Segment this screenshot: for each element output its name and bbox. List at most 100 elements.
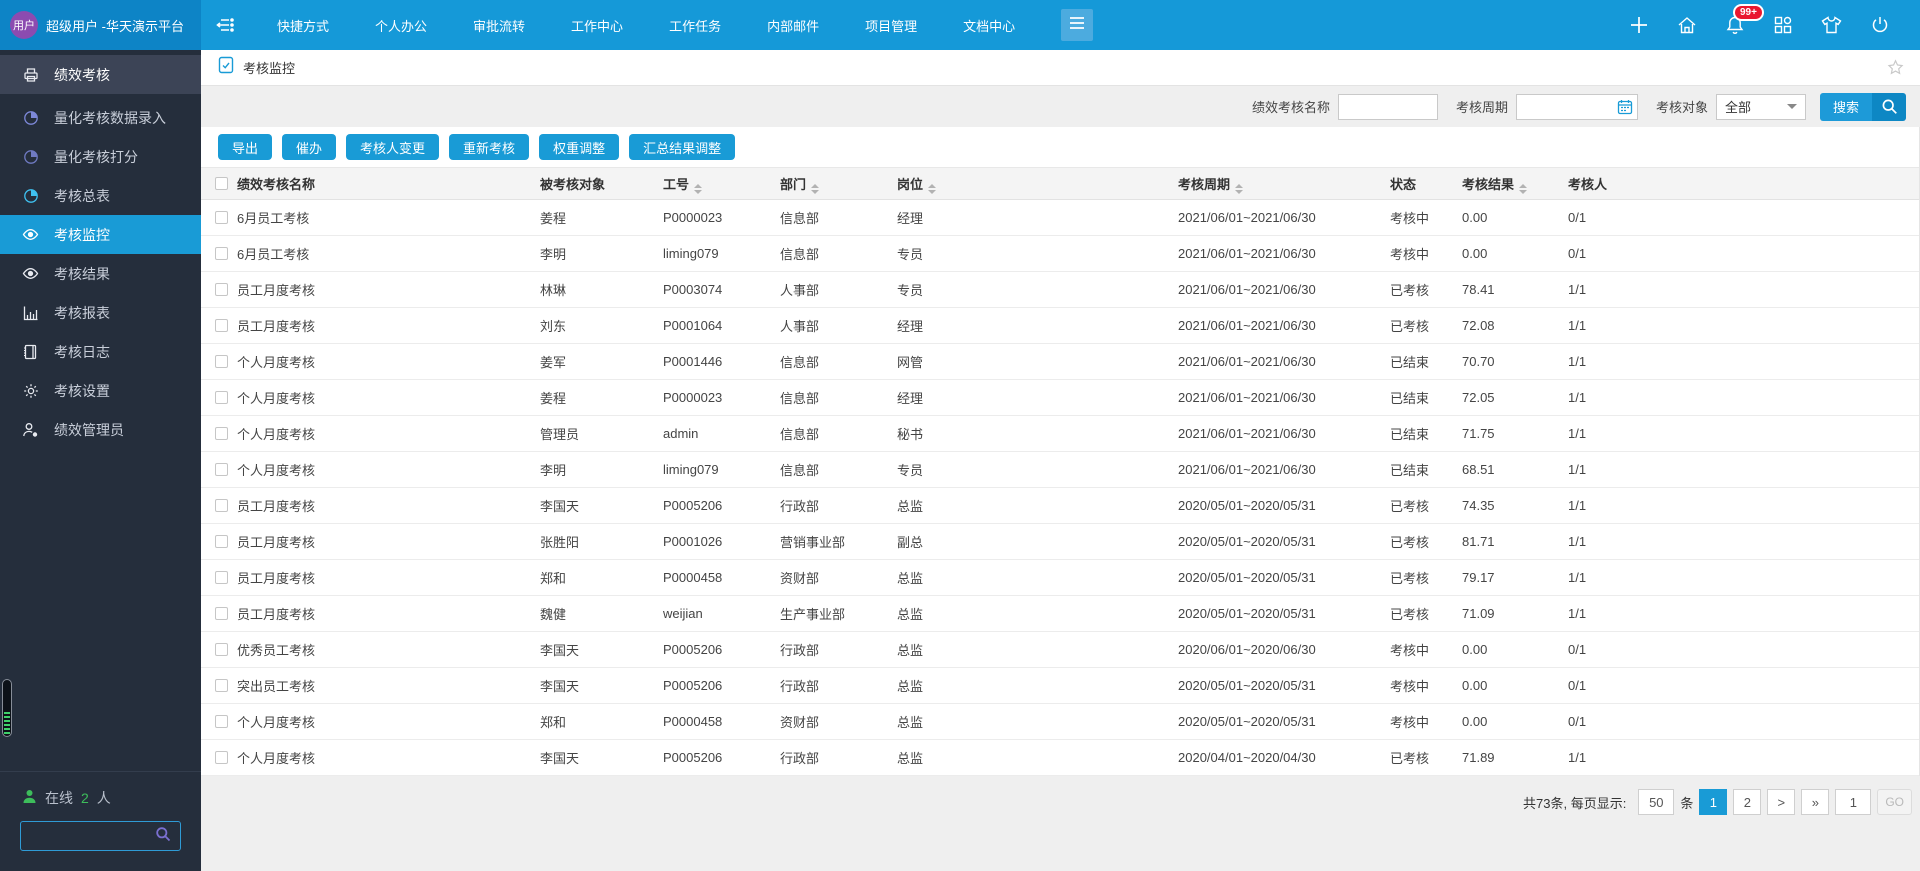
- sort-icon[interactable]: [694, 184, 702, 194]
- table-row[interactable]: 员工月度考核林琳P0003074人事部专员2021/06/01~2021/06/…: [201, 272, 1919, 308]
- nav-item-6[interactable]: 项目管理: [865, 16, 917, 35]
- page-button-1[interactable]: 1: [1699, 789, 1727, 815]
- col-header-2[interactable]: 工号: [663, 174, 780, 194]
- cell-result: 78.41: [1462, 282, 1568, 297]
- sidebar-item-7[interactable]: 考核日志: [0, 332, 201, 371]
- row-checkbox[interactable]: [215, 463, 228, 476]
- table-row[interactable]: 员工月度考核刘东P0001064人事部经理2021/06/01~2021/06/…: [201, 308, 1919, 344]
- table-row[interactable]: 突出员工考核李国天P0005206行政部总监2020/05/01~2020/05…: [201, 668, 1919, 704]
- notifications-icon[interactable]: 99+: [1725, 15, 1745, 36]
- table-row[interactable]: 个人月度考核管理员admin信息部秘书2021/06/01~2021/06/30…: [201, 416, 1919, 452]
- theme-shirt-icon[interactable]: [1821, 15, 1842, 35]
- sidebar-item-6[interactable]: 考核报表: [0, 293, 201, 332]
- toolbar-button-0[interactable]: 导出: [218, 134, 272, 160]
- table-row[interactable]: 员工月度考核魏健weijian生产事业部总监2020/05/01~2020/05…: [201, 596, 1919, 632]
- page-button-2[interactable]: 2: [1733, 789, 1761, 815]
- nav-item-1[interactable]: 个人办公: [375, 16, 427, 35]
- next-page-button[interactable]: >: [1767, 789, 1795, 815]
- home-icon[interactable]: [1677, 15, 1697, 35]
- page-go-button[interactable]: GO: [1877, 789, 1912, 815]
- apps-grid-icon[interactable]: [1773, 15, 1793, 35]
- assessment-name-input[interactable]: [1338, 94, 1438, 120]
- sidebar-item-2[interactable]: 量化考核打分: [0, 137, 201, 176]
- sidebar-item-8[interactable]: 考核设置: [0, 371, 201, 410]
- search-button[interactable]: 搜索: [1820, 93, 1906, 121]
- more-menu-button[interactable]: [1061, 9, 1093, 41]
- table-row[interactable]: 个人月度考核姜程P0000023信息部经理2021/06/01~2021/06/…: [201, 380, 1919, 416]
- sort-icon[interactable]: [811, 184, 819, 194]
- toolbar-button-1[interactable]: 催办: [282, 134, 336, 160]
- table-row[interactable]: 员工月度考核李国天P0005206行政部总监2020/05/01~2020/05…: [201, 488, 1919, 524]
- row-checkbox[interactable]: [215, 679, 228, 692]
- nav-item-5[interactable]: 内部邮件: [767, 16, 819, 35]
- cell-emp_id: P0005206: [663, 642, 780, 657]
- power-icon[interactable]: [1870, 15, 1890, 35]
- col-header-7[interactable]: 考核结果: [1462, 174, 1568, 194]
- page-size-select[interactable]: 50: [1638, 789, 1674, 815]
- plus-icon[interactable]: [1629, 15, 1649, 35]
- nav-item-7[interactable]: 文档中心: [963, 16, 1015, 35]
- row-checkbox[interactable]: [215, 715, 228, 728]
- table-row[interactable]: 员工月度考核张胜阳P0001026营销事业部副总2020/05/01~2020/…: [201, 524, 1919, 560]
- sidebar-item-9[interactable]: 绩效管理员: [0, 410, 201, 449]
- row-checkbox[interactable]: [215, 643, 228, 656]
- nav-item-0[interactable]: 快捷方式: [277, 16, 329, 35]
- select-all-checkbox[interactable]: [215, 177, 228, 190]
- row-checkbox[interactable]: [215, 355, 228, 368]
- sidebar-search-input[interactable]: [30, 829, 155, 844]
- nav-item-2[interactable]: 审批流转: [473, 16, 525, 35]
- row-checkbox[interactable]: [215, 427, 228, 440]
- sidebar-item-4[interactable]: 考核监控: [0, 215, 201, 254]
- col-header-5[interactable]: 考核周期: [1178, 174, 1390, 194]
- table-row[interactable]: 优秀员工考核李国天P0005206行政部总监2020/06/01~2020/06…: [201, 632, 1919, 668]
- sort-icon[interactable]: [1519, 184, 1527, 194]
- menu-fold-icon[interactable]: [215, 15, 235, 35]
- row-checkbox[interactable]: [215, 535, 228, 548]
- favorite-star-icon[interactable]: [1887, 59, 1904, 76]
- calendar-icon[interactable]: [1617, 99, 1633, 120]
- filter-target-label: 考核对象: [1656, 97, 1708, 116]
- last-page-button[interactable]: »: [1801, 789, 1829, 815]
- cell-assessor: 1/1: [1568, 318, 1919, 333]
- table-row[interactable]: 员工月度考核郑和P0000458资财部总监2020/05/01~2020/05/…: [201, 560, 1919, 596]
- row-checkbox[interactable]: [215, 283, 228, 296]
- user-avatar[interactable]: 用户: [10, 11, 38, 39]
- sidebar-item-5[interactable]: 考核结果: [0, 254, 201, 293]
- table-row[interactable]: 6月员工考核姜程P0000023信息部经理2021/06/01~2021/06/…: [201, 200, 1919, 236]
- nav-item-4[interactable]: 工作任务: [669, 16, 721, 35]
- cell-assessor: 1/1: [1568, 750, 1919, 765]
- toolbar-button-3[interactable]: 重新考核: [449, 134, 529, 160]
- sort-icon[interactable]: [1235, 184, 1243, 194]
- col-header-4[interactable]: 岗位: [897, 174, 1178, 194]
- sidebar-item-3[interactable]: 考核总表: [0, 176, 201, 215]
- row-checkbox[interactable]: [215, 391, 228, 404]
- row-checkbox[interactable]: [215, 319, 228, 332]
- sort-icon[interactable]: [928, 184, 936, 194]
- table-row[interactable]: 个人月度考核李国天P0005206行政部总监2020/04/01~2020/04…: [201, 740, 1919, 776]
- row-checkbox[interactable]: [215, 571, 228, 584]
- table-row[interactable]: 6月员工考核李明liming079信息部专员2021/06/01~2021/06…: [201, 236, 1919, 272]
- col-header-3[interactable]: 部门: [780, 174, 897, 194]
- toolbar-button-5[interactable]: 汇总结果调整: [629, 134, 735, 160]
- row-checkbox[interactable]: [215, 499, 228, 512]
- page-jump-input[interactable]: [1835, 789, 1871, 815]
- nav-item-3[interactable]: 工作中心: [571, 16, 623, 35]
- cell-emp_id: P0000023: [663, 390, 780, 405]
- sidebar-item-0[interactable]: 绩效考核: [0, 55, 201, 94]
- row-checkbox[interactable]: [215, 607, 228, 620]
- sidebar-item-1[interactable]: 量化考核数据录入: [0, 98, 201, 137]
- assessment-target-select[interactable]: 全部: [1716, 94, 1806, 120]
- row-checkbox[interactable]: [215, 751, 228, 764]
- toolbar-button-4[interactable]: 权重调整: [539, 134, 619, 160]
- table-row[interactable]: 个人月度考核李明liming079信息部专员2021/06/01~2021/06…: [201, 452, 1919, 488]
- table-row[interactable]: 个人月度考核郑和P0000458资财部总监2020/05/01~2020/05/…: [201, 704, 1919, 740]
- cell-assessor: 1/1: [1568, 390, 1919, 405]
- col-header-0: 绩效考核名称: [237, 174, 540, 193]
- toolbar-button-2[interactable]: 考核人变更: [346, 134, 439, 160]
- cell-result: 0.00: [1462, 714, 1568, 729]
- search-icon[interactable]: [155, 826, 171, 847]
- cell-emp_id: P0000458: [663, 570, 780, 585]
- row-checkbox[interactable]: [215, 211, 228, 224]
- row-checkbox[interactable]: [215, 247, 228, 260]
- table-row[interactable]: 个人月度考核姜军P0001446信息部网管2021/06/01~2021/06/…: [201, 344, 1919, 380]
